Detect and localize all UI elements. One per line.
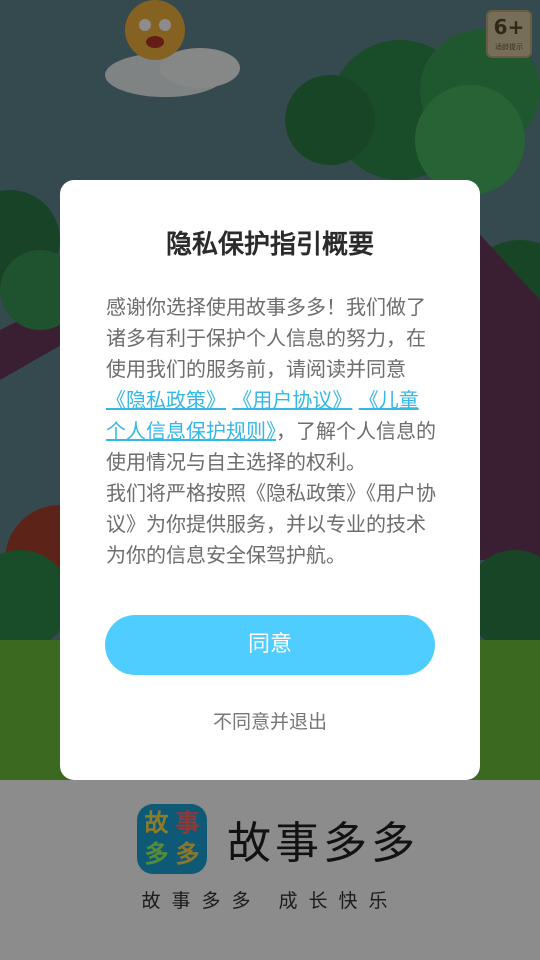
agree-button[interactable]: 同意 (105, 615, 435, 675)
commitment-text: 我们将严格按照《隐私政策》《用户协议》为你提供服务，并以专业的技术为你的信息安全… (106, 481, 436, 567)
disagree-exit-button[interactable]: 不同意并退出 (60, 707, 480, 734)
dialog-body: 感谢你选择使用故事多多！我们做了诸多有利于保护个人信息的努力，在使用我们的服务前… (106, 292, 436, 571)
privacy-dialog: 隐私保护指引概要 感谢你选择使用故事多多！我们做了诸多有利于保护个人信息的努力，… (60, 180, 480, 780)
privacy-policy-link[interactable]: 《隐私政策》 (106, 388, 226, 412)
user-agreement-link[interactable]: 《用户协议》 (232, 388, 352, 412)
dialog-title: 隐私保护指引概要 (165, 230, 374, 260)
intro-text: 感谢你选择使用故事多多！我们做了诸多有利于保护个人信息的努力，在使用我们的服务前… (106, 295, 426, 381)
